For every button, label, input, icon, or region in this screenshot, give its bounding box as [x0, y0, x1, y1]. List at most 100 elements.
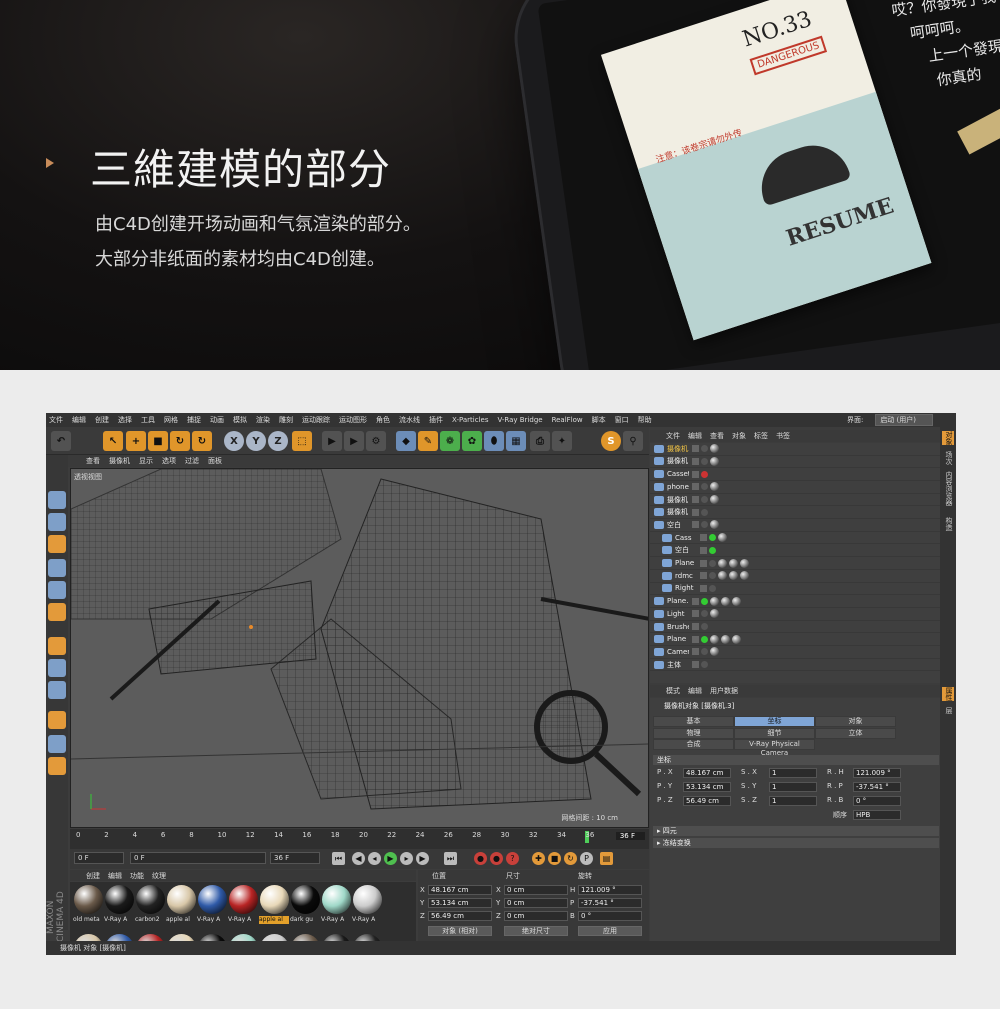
workplane-icon[interactable] — [48, 535, 66, 553]
visibility-toggle[interactable] — [692, 470, 699, 478]
material-swatch[interactable] — [198, 885, 227, 914]
object-row[interactable]: Plane — [650, 557, 940, 570]
size-mode-dropdown[interactable]: 绝对尺寸 — [504, 926, 568, 936]
material-tag-icon[interactable] — [718, 571, 727, 581]
menu-item[interactable]: 工具 — [141, 415, 155, 425]
cloner-icon[interactable]: ✿ — [462, 431, 482, 451]
attribute-tab[interactable]: 细节 — [734, 727, 815, 739]
edges-mode-icon[interactable] — [48, 581, 66, 599]
om-menu-item[interactable]: 标签 — [754, 431, 768, 441]
om-menu-item[interactable]: 编辑 — [688, 431, 702, 441]
material-tag-icon[interactable] — [721, 634, 730, 644]
key-rotation-icon[interactable]: ↻ — [564, 852, 577, 865]
visibility-toggle[interactable] — [692, 597, 699, 605]
floor-icon[interactable]: ▦ — [506, 431, 526, 451]
object-row[interactable]: 摄像机. — [650, 443, 940, 456]
object-row[interactable]: Cassette — [650, 468, 940, 481]
material-swatch[interactable] — [136, 885, 165, 914]
om-menu-item[interactable]: 对象 — [732, 431, 746, 441]
subdivision-icon[interactable]: ❁ — [440, 431, 460, 451]
visibility-toggle[interactable] — [692, 648, 699, 656]
side-tab[interactable]: 层 — [942, 707, 954, 714]
material-swatch[interactable] — [291, 885, 320, 914]
attribute-tab[interactable]: 立体 — [815, 727, 896, 739]
menu-item[interactable]: 插件 — [429, 415, 443, 425]
tweak-mode-icon[interactable] — [48, 659, 66, 677]
coord-system-icon[interactable]: ⬚ — [292, 431, 312, 451]
menu-item[interactable]: 窗口 — [615, 415, 629, 425]
key-selection-icon[interactable]: ? — [506, 852, 519, 865]
visibility-toggle[interactable] — [692, 457, 699, 465]
key-scale-icon[interactable]: ■ — [548, 852, 561, 865]
object-row[interactable]: Right — [650, 583, 940, 596]
prop-sx-field[interactable]: 1 — [769, 768, 817, 778]
autokey-icon[interactable]: ● — [490, 852, 503, 865]
y-axis-button[interactable]: Y — [246, 431, 266, 451]
camera-icon[interactable]: ⎙ — [530, 431, 550, 451]
menu-item[interactable]: 模拟 — [233, 415, 247, 425]
material-swatch[interactable] — [229, 885, 258, 914]
size-x-field[interactable]: 0 cm — [504, 885, 568, 895]
x-axis-button[interactable]: X — [224, 431, 244, 451]
timeline[interactable]: 36 F 0 2 4 6 8 10 12 14 16 18 20 22 24 26 28 30 32 34 36 — [70, 829, 649, 849]
deformer-icon[interactable]: ⬮ — [484, 431, 504, 451]
side-tab[interactable]: 构造 — [942, 517, 954, 531]
search-tool-icon[interactable]: ⚲ — [623, 431, 643, 451]
object-row[interactable]: rdmc — [650, 570, 940, 583]
key-position-icon[interactable]: ✚ — [532, 852, 545, 865]
end-frame-field[interactable]: 36 F — [270, 852, 320, 864]
prev-key-icon[interactable]: ◀ — [352, 852, 365, 865]
menu-item[interactable]: 帮助 — [638, 415, 652, 425]
next-key-icon[interactable]: ▶ — [416, 852, 429, 865]
visibility-toggle[interactable] — [700, 534, 707, 542]
viewport-menu-item[interactable]: 面板 — [208, 456, 222, 466]
snap-icon[interactable] — [48, 711, 66, 729]
material-tag-icon[interactable] — [740, 571, 749, 581]
material-menu-item[interactable]: 功能 — [130, 871, 144, 881]
material-tag-icon[interactable] — [718, 558, 727, 568]
undo-icon[interactable]: ↶ — [51, 431, 71, 451]
axis-mode-icon[interactable] — [48, 637, 66, 655]
visibility-toggle[interactable] — [692, 610, 699, 618]
prop-rh-field[interactable]: 121.009 ° — [853, 768, 901, 778]
object-row[interactable]: Plane.1 — [650, 595, 940, 608]
polygons-mode-icon[interactable] — [48, 603, 66, 621]
attribute-tab[interactable]: 坐标 — [734, 716, 815, 727]
visibility-toggle[interactable] — [692, 496, 699, 504]
goto-end-icon[interactable]: ⏭ — [444, 852, 457, 865]
am-menu-item[interactable]: 模式 — [666, 686, 680, 696]
menu-item[interactable]: 网格 — [164, 415, 178, 425]
om-menu-item[interactable]: 文件 — [666, 431, 680, 441]
material-swatch[interactable] — [260, 885, 289, 914]
attribute-tab[interactable]: V-Ray Physical Camera — [734, 739, 815, 757]
recent-tool-icon[interactable]: ↻ — [192, 431, 212, 451]
material-menu-item[interactable]: 编辑 — [108, 871, 122, 881]
visibility-toggle[interactable] — [692, 623, 699, 631]
viewport-menu-item[interactable]: 过滤 — [185, 456, 199, 466]
attribute-tab[interactable]: 对象 — [815, 716, 896, 727]
size-z-field[interactable]: 0 cm — [504, 911, 568, 921]
rotation-order-dropdown[interactable]: HPB — [853, 810, 901, 820]
om-menu-item[interactable]: 查看 — [710, 431, 724, 441]
perspective-viewport[interactable]: 透视视图 网格间距 : 10 cm — [70, 468, 649, 828]
material-swatch[interactable] — [353, 885, 382, 914]
key-param-icon[interactable]: P — [580, 852, 593, 865]
menu-item[interactable]: 流水线 — [399, 415, 420, 425]
render-view-icon[interactable]: ▶ — [322, 431, 342, 451]
menu-item[interactable]: 动画 — [210, 415, 224, 425]
material-swatch[interactable] — [105, 885, 134, 914]
material-tag-icon[interactable] — [710, 609, 719, 619]
rot-b-field[interactable]: 0 ° — [578, 911, 642, 921]
apply-button[interactable]: 应用 — [578, 926, 642, 936]
am-menu-item[interactable]: 编辑 — [688, 686, 702, 696]
coord-mode-dropdown[interactable]: 对象 (相对) — [428, 926, 492, 936]
render-settings-icon[interactable]: ⚙ — [366, 431, 386, 451]
z-axis-button[interactable]: Z — [268, 431, 288, 451]
record-icon[interactable]: ● — [474, 852, 487, 865]
solo-mode-icon[interactable] — [48, 681, 66, 699]
viewport-menu-item[interactable]: 摄像机 — [109, 456, 130, 466]
lock-icon[interactable] — [48, 757, 66, 775]
freeze-section[interactable]: ▸ 冻结变换 — [653, 838, 939, 848]
material-tag-icon[interactable] — [710, 444, 719, 454]
points-mode-icon[interactable] — [48, 559, 66, 577]
